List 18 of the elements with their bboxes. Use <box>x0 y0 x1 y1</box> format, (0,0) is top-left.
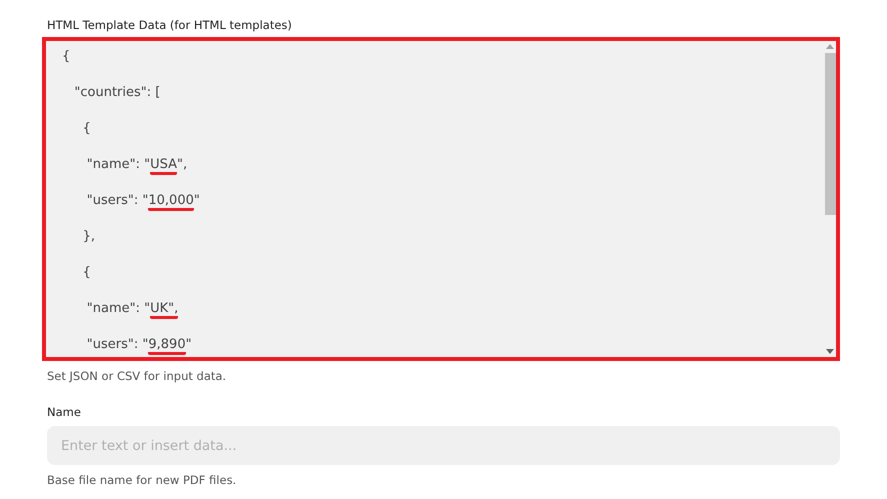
code-line: { <box>82 264 92 282</box>
code-line: "name": "UK", <box>62 297 824 333</box>
code-line: "users": "9,890" <box>62 333 824 357</box>
help-text: Base file name for new PDF files. <box>47 473 238 487</box>
code-line: "users": "10,000" <box>62 189 824 225</box>
code-line: "name": "USA", <box>62 153 824 189</box>
code-line: { <box>82 120 92 138</box>
field-label: HTML Template Data (for HTML templates) <box>47 18 293 32</box>
scroll-up-icon[interactable] <box>826 44 834 49</box>
scroll-down-icon[interactable] <box>826 349 834 354</box>
name-input-field[interactable]: Enter text or insert data... <box>47 426 840 465</box>
scroll-thumb[interactable] <box>824 53 836 215</box>
code-line: }, <box>82 228 96 246</box>
code-editor[interactable]: { "countries": [ { "name": "USA", "users": "10,000" }, { "name": "UK", "users": "9,890" <box>42 37 840 361</box>
code-line: "countries": [ <box>73 84 162 102</box>
field-label: Name <box>47 405 82 419</box>
code-line: { <box>62 48 72 66</box>
help-text: Set JSON or CSV for input data. <box>47 369 228 383</box>
